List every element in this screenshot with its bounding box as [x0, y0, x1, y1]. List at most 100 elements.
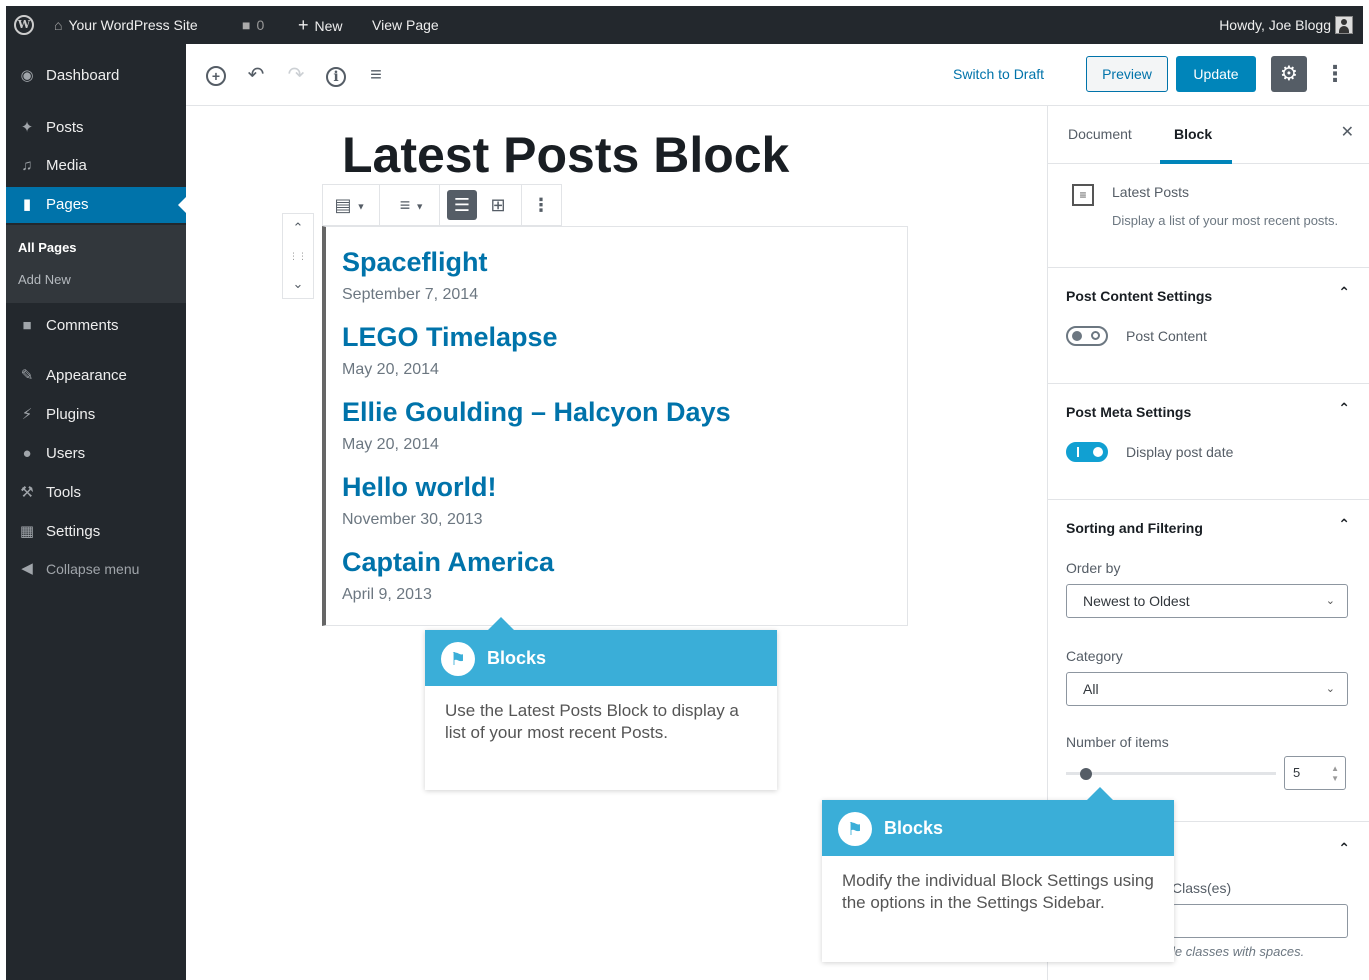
order-by-select[interactable]: Newest to Oldest ⌄ — [1066, 584, 1348, 618]
post-link[interactable]: LEGO Timelapse — [342, 322, 558, 353]
more-tools-button[interactable]: ⋮ — [1321, 58, 1349, 90]
latest-posts-block[interactable]: Spaceflight September 7, 2014 LEGO Timel… — [322, 226, 908, 626]
comments-count: 0 — [256, 17, 265, 33]
post-link[interactable]: Spaceflight — [342, 247, 488, 278]
number-of-items-slider[interactable] — [1066, 772, 1276, 775]
outline-icon: ≡ — [370, 64, 382, 86]
undo-icon: ↶ — [247, 64, 265, 86]
menu-item-settings[interactable]: ▦ Settings — [6, 514, 186, 550]
switch-to-draft-button[interactable]: Switch to Draft — [953, 66, 1044, 82]
list-item: LEGO Timelapse May 20, 2014 — [342, 322, 558, 379]
chevron-up-icon[interactable]: ⌃ — [1338, 840, 1350, 857]
wordpress-logo-button[interactable]: W — [14, 6, 40, 44]
info-icon: i — [326, 67, 346, 87]
toggle-off-icon — [1091, 331, 1100, 340]
add-block-button[interactable]: + — [202, 61, 230, 89]
number-of-items-value: 5 — [1293, 765, 1301, 780]
chevron-up-icon[interactable]: ⌃ — [1338, 400, 1350, 417]
number-of-items-input[interactable]: 5 ▲ ▼ — [1284, 756, 1346, 790]
block-mover: ⌃ ⋮⋮ ⌄ — [282, 213, 314, 299]
new-content-link[interactable]: + New — [298, 6, 343, 44]
callout-header: ⚑ Blocks — [822, 800, 1174, 856]
tab-document[interactable]: Document — [1068, 126, 1132, 142]
collapse-menu-button[interactable]: ◀ Collapse menu — [6, 551, 186, 587]
css-classes-input[interactable] — [1172, 904, 1348, 938]
plus-icon: + — [298, 15, 309, 35]
settings-toggle-button[interactable]: ⚙ — [1271, 56, 1307, 92]
post-content-toggle[interactable] — [1066, 326, 1108, 346]
block-switcher-button[interactable]: ▤ ▼ — [329, 190, 371, 220]
user-icon: ● — [22, 445, 32, 462]
chevron-up-icon[interactable]: ⌃ — [1338, 516, 1350, 533]
redo-icon: ↷ — [287, 64, 305, 86]
submenu-all-pages[interactable]: All Pages — [18, 240, 77, 255]
view-page-link[interactable]: View Page — [372, 6, 439, 44]
menu-item-media[interactable]: ♫ Media — [6, 148, 186, 184]
menu-label-users: Users — [46, 445, 86, 462]
chevron-up-icon: ⌃ — [292, 220, 304, 235]
comments-counter-link[interactable]: ■ 0 — [242, 6, 264, 44]
content-info-button[interactable]: i — [322, 61, 350, 89]
category-select[interactable]: All ⌄ — [1066, 672, 1348, 706]
block-more-options-button[interactable]: ⋮ — [531, 190, 551, 220]
list-item: Ellie Goulding – Halcyon Days May 20, 20… — [342, 397, 731, 454]
post-content-toggle-label: Post Content — [1126, 328, 1207, 344]
submenu-add-new[interactable]: Add New — [18, 272, 71, 287]
post-date: April 9, 2013 — [342, 586, 432, 603]
post-link[interactable]: Captain America — [342, 547, 554, 578]
panel-title[interactable]: Post Content Settings — [1066, 288, 1212, 304]
menu-item-posts[interactable]: ✦ Posts — [6, 110, 186, 146]
list-view-button[interactable]: ☰ — [447, 190, 477, 220]
callout-pointer — [487, 617, 515, 631]
grid-view-button[interactable]: ⊞ — [483, 190, 513, 220]
panel-title[interactable]: Post Meta Settings — [1066, 404, 1191, 420]
tab-block[interactable]: Block — [1174, 126, 1212, 142]
new-label: New — [314, 18, 343, 34]
close-icon: ✕ — [1340, 124, 1354, 141]
menu-item-plugins[interactable]: ⚡ Plugins — [6, 397, 186, 433]
post-link[interactable]: Hello world! — [342, 472, 497, 503]
list-item: Captain America April 9, 2013 — [342, 547, 554, 604]
site-name-link[interactable]: ⌂ Your WordPress Site — [54, 6, 198, 44]
menu-item-appearance[interactable]: ✎ Appearance — [6, 358, 186, 394]
wordpress-logo-icon: W — [14, 15, 34, 35]
menu-label-plugins: Plugins — [46, 406, 96, 423]
grid-view-icon: ⊞ — [490, 195, 506, 215]
comment-icon: ■ — [22, 317, 32, 334]
block-toolbar: ▤ ▼ ≡ ▼ ☰ ⊞ ⋮ — [322, 184, 562, 226]
category-value: All — [1083, 681, 1099, 697]
post-title[interactable]: Latest Posts Block — [342, 126, 789, 184]
callout-header: ⚑ Blocks — [425, 630, 777, 686]
post-link[interactable]: Ellie Goulding – Halcyon Days — [342, 397, 731, 428]
drag-handle[interactable]: ⋮⋮ — [283, 242, 313, 270]
pin-icon: ✦ — [20, 119, 34, 136]
block-navigation-button[interactable]: ≡ — [362, 61, 390, 89]
menu-item-dashboard[interactable]: ◉ Dashboard — [6, 58, 186, 94]
css-classes-label: Class(es) — [1172, 880, 1232, 896]
chevron-down-icon: ⌄ — [1325, 683, 1335, 695]
move-down-button[interactable]: ⌄ — [283, 270, 313, 298]
menu-item-comments[interactable]: ■ Comments — [6, 308, 186, 344]
admin-bar: W ⌂ Your WordPress Site ■ 0 + New View Page… — [6, 6, 1363, 44]
callout-pointer — [1086, 787, 1114, 801]
panel-title[interactable]: Sorting and Filtering — [1066, 520, 1203, 536]
vertical-ellipsis-icon: ⋮ — [1324, 61, 1346, 86]
alignment-button[interactable]: ≡ ▼ — [391, 190, 433, 220]
caret-down-icon: ▼ — [415, 201, 425, 212]
undo-button[interactable]: ↶ — [242, 61, 270, 89]
menu-item-tools[interactable]: ⚒ Tools — [6, 475, 186, 511]
close-sidebar-button[interactable]: ✕ — [1341, 122, 1354, 142]
menu-item-users[interactable]: ● Users — [6, 436, 186, 472]
css-classes-help: le classes with spaces. — [1172, 944, 1305, 959]
redo-button[interactable]: ↷ — [282, 61, 310, 89]
move-up-button[interactable]: ⌃ — [283, 214, 313, 242]
chevron-up-icon[interactable]: ⌃ — [1338, 284, 1350, 301]
panel-sorting-and-filtering: Sorting and Filtering ⌃ Order by Newest … — [1048, 500, 1369, 822]
account-menu[interactable]: Howdy, Joe Blogg — [1219, 6, 1353, 44]
avatar — [1335, 16, 1353, 35]
update-button[interactable]: Update — [1176, 56, 1256, 92]
menu-item-pages[interactable]: ▮ Pages — [6, 187, 186, 223]
slider-handle[interactable] — [1080, 768, 1092, 780]
preview-button[interactable]: Preview — [1086, 56, 1168, 92]
display-post-date-toggle[interactable] — [1066, 442, 1108, 462]
